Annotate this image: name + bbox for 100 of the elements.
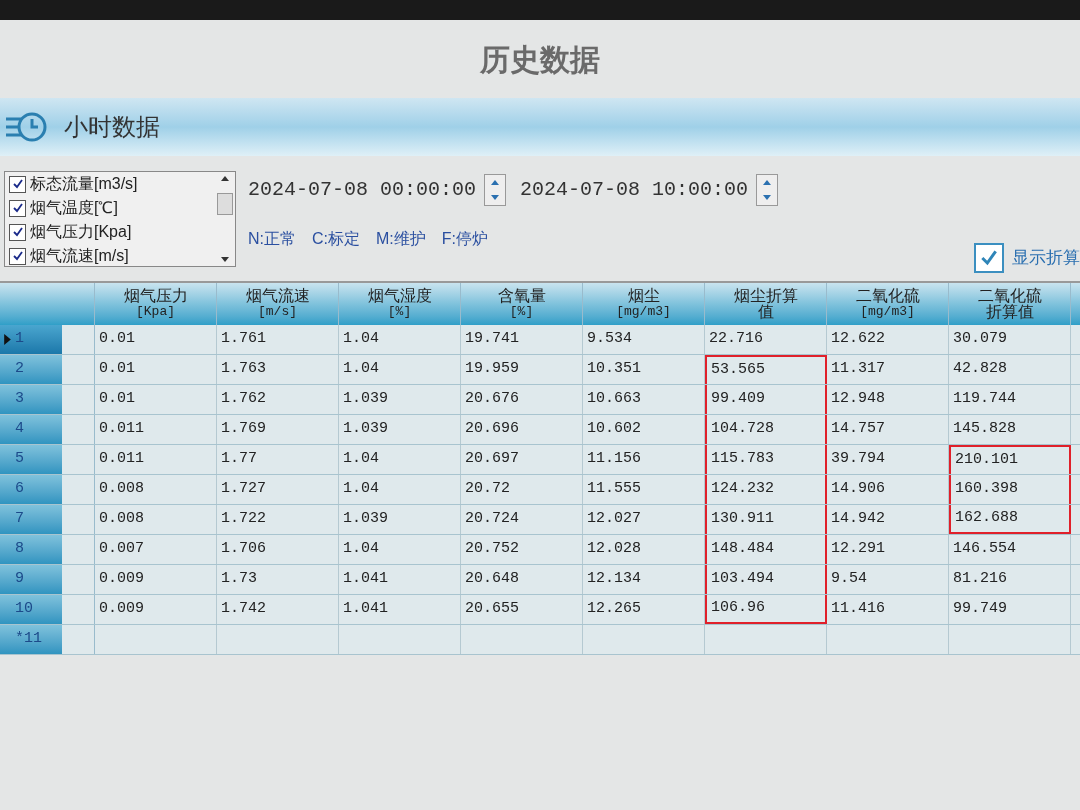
table-cell: 0.01 xyxy=(95,385,217,414)
table-cell: 1.039 xyxy=(339,415,461,444)
checkbox[interactable] xyxy=(9,223,26,241)
down-arrow-icon xyxy=(763,195,772,200)
table-cell: 0.01 xyxy=(95,325,217,354)
table-cell: 1.04 xyxy=(339,475,461,504)
table-cell: 30.079 xyxy=(949,325,1071,354)
table-cell: 10.602 xyxy=(583,415,705,444)
show-converted-checkbox[interactable] xyxy=(974,243,1004,273)
row-header[interactable]: 6 xyxy=(0,475,62,504)
checkbox[interactable] xyxy=(9,247,26,265)
table-cell: 14.906 xyxy=(827,475,949,504)
table-cell: 10.663 xyxy=(583,385,705,414)
table-cell: 1.761 xyxy=(217,325,339,354)
table-cell: 1.04 xyxy=(339,355,461,384)
table-cell: 119.744 xyxy=(949,385,1071,414)
spin-button[interactable] xyxy=(756,174,779,206)
table-cell: 11.317 xyxy=(827,355,949,384)
checkmark-icon xyxy=(11,250,24,262)
datetime-field[interactable]: 2024-07-08 10:00:00 xyxy=(516,171,753,209)
table-cell: 12.028 xyxy=(583,535,705,564)
table-cell: 11.555 xyxy=(583,475,705,504)
table-cell: 20.752 xyxy=(461,535,583,564)
status-legend: C:标定 xyxy=(312,227,360,251)
spin-button[interactable] xyxy=(484,174,507,206)
row-header[interactable]: 3 xyxy=(0,385,62,414)
table-cell: 0.008 xyxy=(95,505,217,534)
table-cell: 1.73 xyxy=(217,565,339,594)
table-cell: 12.622 xyxy=(827,325,949,354)
table-cell: 10.351 xyxy=(583,355,705,384)
status-legend: M:维护 xyxy=(376,227,426,251)
parameter-label: 烟气压力[Kpa] xyxy=(30,222,132,242)
table-cell: 0.009 xyxy=(95,565,217,594)
table-cell: 39.794 xyxy=(827,445,949,474)
row-header[interactable]: 4 xyxy=(0,415,62,444)
table-cell: 81.216 xyxy=(949,565,1071,594)
table-cell: 20.648 xyxy=(461,565,583,594)
table-cell: 9.54 xyxy=(827,565,949,594)
window-title: 历史数据 xyxy=(480,40,600,79)
table-cell: 1.706 xyxy=(217,535,339,564)
table-cell: 145.828 xyxy=(949,415,1071,444)
table-cell: 0.009 xyxy=(95,595,217,624)
table-cell: 0.007 xyxy=(95,535,217,564)
table-cell: 0.008 xyxy=(95,475,217,504)
status-legend: F:停炉 xyxy=(441,227,488,251)
row-header[interactable]: 5 xyxy=(0,445,62,474)
table-cell: 1.04 xyxy=(339,445,461,474)
row-header[interactable]: 10 xyxy=(0,595,62,624)
checkbox[interactable] xyxy=(9,175,26,193)
table-cell: 42.828 xyxy=(949,355,1071,384)
table-cell: 1.769 xyxy=(217,415,339,444)
table-cell: 12.265 xyxy=(583,595,705,624)
parameter-label: 烟气流速[m/s] xyxy=(30,246,129,266)
datetime-field[interactable]: 2024-07-08 00:00:00 xyxy=(244,171,481,209)
row-header[interactable]: 9 xyxy=(0,565,62,594)
up-arrow-icon xyxy=(491,180,500,185)
down-arrow-icon xyxy=(491,195,500,200)
scrollbar-thumb[interactable] xyxy=(217,193,233,215)
table-cell: 19.741 xyxy=(461,325,583,354)
table-cell: 1.041 xyxy=(339,565,461,594)
table-cell: 12.948 xyxy=(827,385,949,414)
table-cell: 20.696 xyxy=(461,415,583,444)
table-cell: 20.676 xyxy=(461,385,583,414)
table-cell: 1.041 xyxy=(339,595,461,624)
table-cell: 11.416 xyxy=(827,595,949,624)
table-cell: 1.039 xyxy=(339,505,461,534)
table-cell: 11.156 xyxy=(583,445,705,474)
table-cell: 20.72 xyxy=(461,475,583,504)
table-cell: 1.039 xyxy=(339,385,461,414)
table-cell: 20.655 xyxy=(461,595,583,624)
up-arrow-icon xyxy=(763,180,772,185)
row-header[interactable]: 7 xyxy=(0,505,62,534)
table-cell: 1.04 xyxy=(339,535,461,564)
table-cell: 1.763 xyxy=(217,355,339,384)
table-cell: 1.04 xyxy=(339,325,461,354)
table-cell: 0.01 xyxy=(95,355,217,384)
table-cell: 1.77 xyxy=(217,445,339,474)
checkmark-icon xyxy=(979,248,999,268)
down-arrow-icon xyxy=(221,257,229,262)
row-header[interactable]: 8 xyxy=(0,535,62,564)
table-cell: 1.727 xyxy=(217,475,339,504)
checkmark-icon xyxy=(11,178,24,190)
up-arrow-icon xyxy=(221,176,229,181)
section-title: 小时数据 xyxy=(64,112,160,142)
table-cell: 146.554 xyxy=(949,535,1071,564)
checkmark-icon xyxy=(11,202,24,214)
checkbox[interactable] xyxy=(9,199,26,217)
table-cell: 20.697 xyxy=(461,445,583,474)
table-cell: 22.716 xyxy=(705,325,827,354)
table-cell: 20.724 xyxy=(461,505,583,534)
row-pointer-icon xyxy=(4,334,11,345)
table-cell: 12.291 xyxy=(827,535,949,564)
table-cell: 9.534 xyxy=(583,325,705,354)
status-legend: N:正常 xyxy=(248,227,296,251)
table-cell: 19.959 xyxy=(461,355,583,384)
checkmark-icon xyxy=(11,226,24,238)
table-cell: 99.749 xyxy=(949,595,1071,624)
parameter-label: 烟气温度[℃] xyxy=(30,198,118,218)
parameter-list[interactable]: 标态流量[m3/s] 烟气温度[℃] 烟气压力[Kpa] 烟气流速[m/s] xyxy=(4,171,236,267)
table-cell: 14.942 xyxy=(827,505,949,534)
